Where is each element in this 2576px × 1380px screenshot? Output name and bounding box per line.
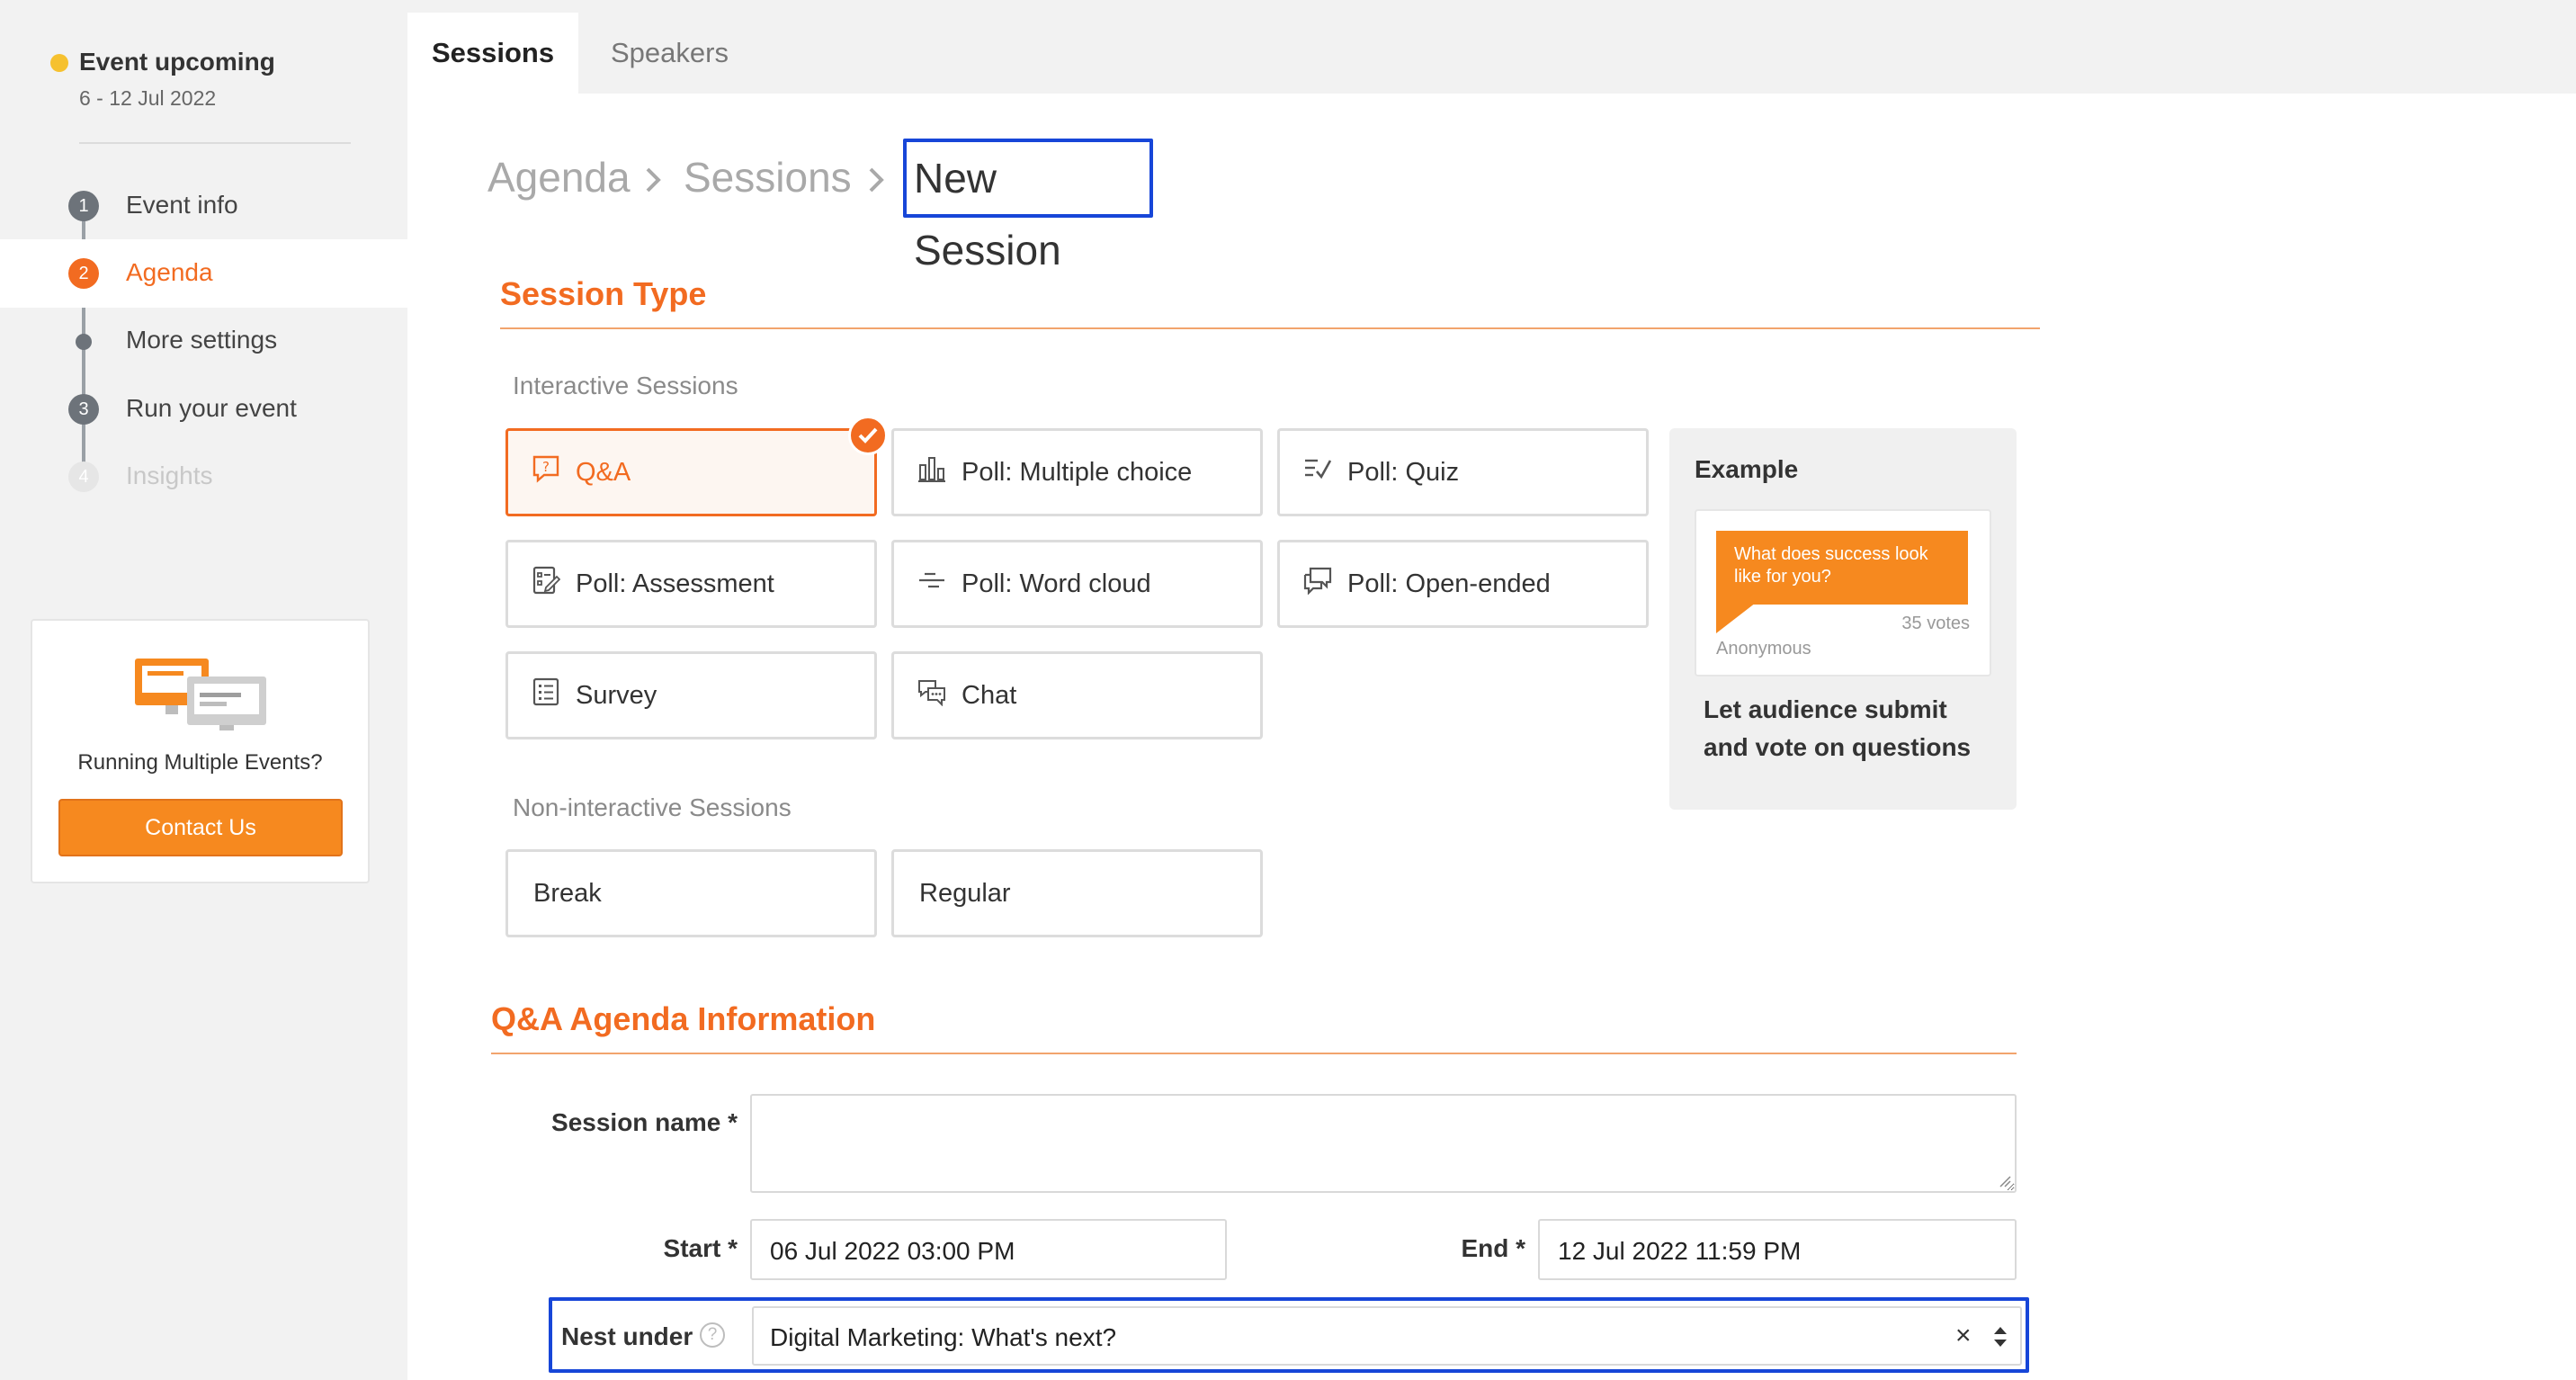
- card-label: Poll: Multiple choice: [962, 458, 1193, 487]
- session-type-qa-card[interactable]: ? Q&A: [505, 416, 888, 516]
- start-value: 06 Jul 2022 03:00 PM: [770, 1237, 1015, 1265]
- session-type-poll-multiple-choice-card[interactable]: Poll: Multiple choice: [891, 428, 1263, 516]
- top-tab-bar: Sessions Speakers: [407, 0, 2576, 94]
- event-status: Event upcoming: [79, 48, 275, 76]
- step-number-icon: 4: [68, 461, 99, 492]
- sidebar-step-run-event[interactable]: 3 Run your event: [0, 376, 407, 444]
- card-label: Q&A: [576, 458, 631, 487]
- breadcrumb-agenda[interactable]: Agenda: [487, 153, 631, 202]
- step-number-icon: 3: [68, 394, 99, 425]
- monitors-illustration-icon: [135, 659, 266, 730]
- session-type-break-card[interactable]: Break: [505, 849, 877, 937]
- card-label: Regular: [919, 879, 1011, 908]
- example-preview-card: What does success look like for you? 35 …: [1695, 509, 1991, 677]
- chevron-right-icon: [869, 167, 884, 193]
- resize-handle-icon[interactable]: [1997, 1173, 2011, 1187]
- sidebar-step-insights: 4 Insights: [0, 444, 407, 512]
- substep-dot-icon: [76, 334, 92, 350]
- end-label: End *: [1461, 1234, 1525, 1262]
- sidebar-step-more-settings[interactable]: More settings: [0, 308, 407, 376]
- nest-under-select[interactable]: Digital Marketing: What's next? ×: [752, 1306, 2022, 1366]
- multi-event-promo: Running Multiple Events? Contact Us: [31, 619, 370, 883]
- example-author: Anonymous: [1716, 639, 1811, 659]
- word-cloud-icon: [919, 572, 944, 588]
- end-datetime-input[interactable]: 12 Jul 2022 11:59 PM: [1538, 1219, 2017, 1280]
- tab-speakers[interactable]: Speakers: [611, 13, 729, 94]
- card-label: Poll: Word cloud: [962, 569, 1151, 598]
- session-type-poll-open-ended-card[interactable]: Poll: Open-ended: [1277, 540, 1649, 628]
- breadcrumb-sessions[interactable]: Sessions: [684, 153, 852, 202]
- session-type-poll-quiz-card[interactable]: Poll: Quiz: [1277, 428, 1649, 516]
- card-label: Poll: Open-ended: [1347, 569, 1551, 598]
- step-label: Run your event: [126, 394, 297, 422]
- start-datetime-input[interactable]: 06 Jul 2022 03:00 PM: [750, 1219, 1227, 1280]
- card-label: Survey: [576, 681, 657, 710]
- speech-tail-icon: [1716, 603, 1756, 633]
- step-label: More settings: [126, 326, 278, 354]
- nest-under-row: Nest under ? Digital Marketing: What's n…: [549, 1297, 2029, 1373]
- step-label: Insights: [126, 461, 213, 489]
- chevron-right-icon: [646, 167, 661, 193]
- selected-check-icon: [848, 416, 888, 455]
- tab-sessions[interactable]: Sessions: [407, 13, 578, 94]
- assessment-icon: [532, 566, 560, 595]
- promo-text: Running Multiple Events?: [77, 750, 323, 775]
- session-type-title: Session Type: [500, 275, 707, 312]
- clear-icon[interactable]: ×: [1955, 1321, 1972, 1351]
- step-label: Event info: [126, 191, 238, 219]
- card-label: Poll: Quiz: [1347, 458, 1460, 487]
- event-dates: 6 - 12 Jul 2022: [79, 86, 217, 110]
- chat-icon: [918, 680, 945, 706]
- qa-bubble-icon: ?: [532, 455, 559, 483]
- breadcrumb-current: New Session: [903, 139, 1153, 273]
- session-type-regular-card[interactable]: Regular: [891, 849, 1263, 937]
- sidebar-step-event-info[interactable]: 1 Event info: [0, 171, 407, 239]
- agenda-info-title: Q&A Agenda Information: [491, 1000, 876, 1037]
- example-question: What does success look like for you?: [1716, 531, 1968, 605]
- interactive-sessions-label: Interactive Sessions: [513, 372, 738, 399]
- svg-text:?: ?: [542, 459, 550, 475]
- section-divider: [500, 327, 2040, 329]
- section-divider: [491, 1053, 2017, 1054]
- status-dot: [50, 54, 68, 72]
- sidebar-step-agenda[interactable]: 2 Agenda: [0, 239, 407, 308]
- nest-under-label: Nest under: [561, 1322, 693, 1350]
- card-label: Poll: Assessment: [576, 569, 774, 598]
- step-label: Agenda: [126, 258, 213, 286]
- nest-under-value: Digital Marketing: What's next?: [770, 1323, 1117, 1351]
- example-description: Let audience submit and vote on question…: [1704, 695, 1972, 761]
- session-type-survey-card[interactable]: Survey: [505, 651, 877, 739]
- card-label: Chat: [962, 681, 1017, 710]
- step-number-icon: 2: [68, 258, 99, 289]
- sidebar: Event upcoming 6 - 12 Jul 2022 1 Event i…: [0, 0, 407, 1380]
- checklist-icon: [1305, 459, 1332, 479]
- end-value: 12 Jul 2022 11:59 PM: [1558, 1237, 1802, 1265]
- example-votes: 35 votes: [1901, 614, 1970, 633]
- survey-list-icon: [532, 677, 559, 706]
- contact-us-button[interactable]: Contact Us: [58, 799, 343, 856]
- non-interactive-sessions-label: Non-interactive Sessions: [513, 793, 792, 821]
- step-number-icon: 1: [68, 191, 99, 221]
- example-panel: Example What does success look like for …: [1669, 428, 2017, 810]
- session-name-label: Session name *: [551, 1108, 738, 1136]
- session-type-poll-assessment-card[interactable]: Poll: Assessment: [505, 540, 877, 628]
- sidebar-divider: [79, 142, 351, 144]
- help-icon[interactable]: ?: [700, 1322, 725, 1348]
- card-label: Break: [533, 879, 602, 908]
- chat-bubbles-icon: [1303, 567, 1332, 595]
- bar-chart-icon: [918, 457, 945, 482]
- sort-arrows-icon[interactable]: [1991, 1324, 2009, 1349]
- start-label: Start *: [663, 1234, 738, 1262]
- session-name-input[interactable]: [750, 1094, 2017, 1193]
- example-title: Example: [1695, 455, 1799, 483]
- session-type-poll-word-cloud-card[interactable]: Poll: Word cloud: [891, 540, 1263, 628]
- session-type-chat-card[interactable]: Chat: [891, 651, 1263, 739]
